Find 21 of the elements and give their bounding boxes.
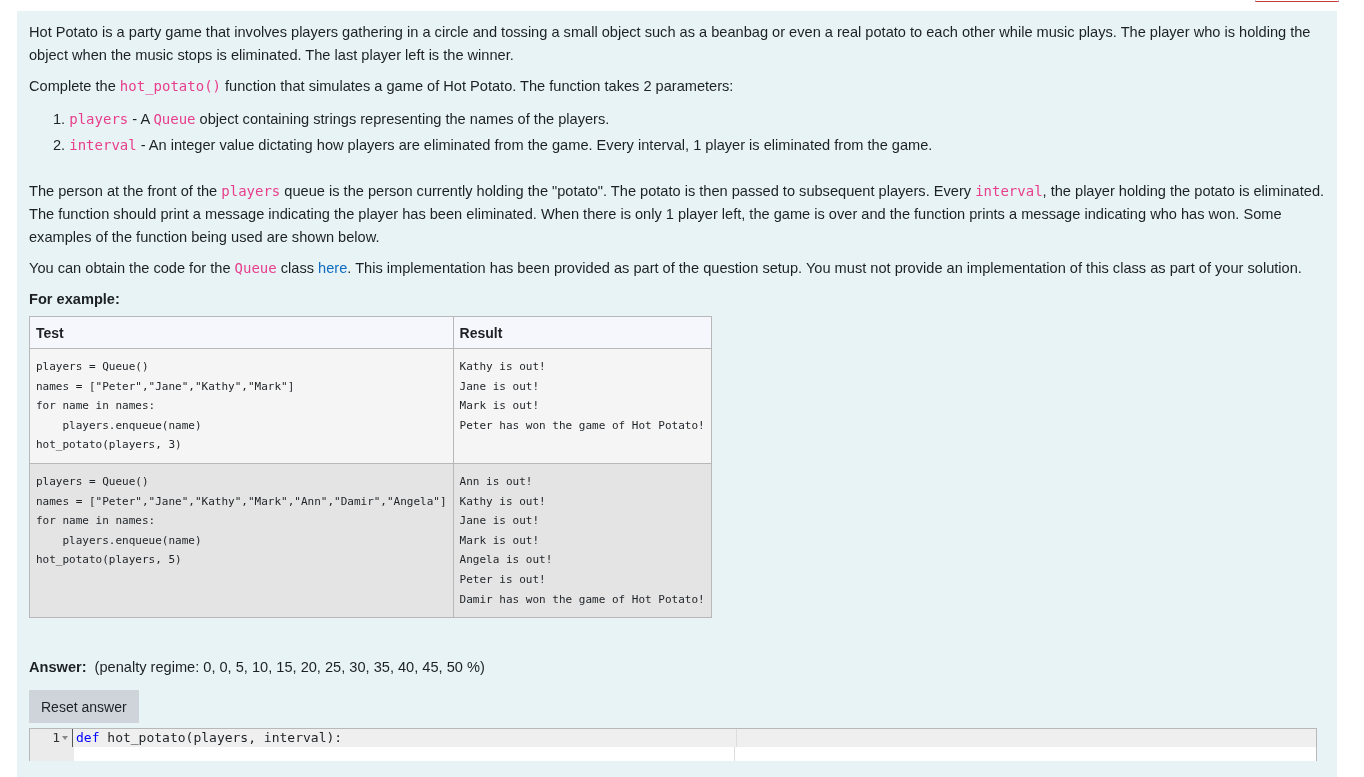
test-cell: players = Queue() names = ["Peter","Jane","Kathy","Mark","Ann","Damir","Angela"] for name in names: players.enqueue(name) hot_potato(players, 5) bbox=[29, 463, 454, 618]
parameter-item: 1. players - A Queue object containing strings representing the names of the players. bbox=[53, 110, 611, 129]
example-heading: For example: bbox=[29, 290, 121, 309]
reset-answer-button[interactable]: Reset answer bbox=[29, 690, 139, 724]
code-editor[interactable]: 1 def hot_potato(players, interval): bbox=[29, 728, 1317, 762]
line-number: 1 bbox=[52, 729, 60, 748]
column-header: Result bbox=[453, 316, 712, 349]
task-paragraph: Complete the hot_potato() function that simulates a game of Hot Potato. The function takes 2 parameters: bbox=[29, 77, 735, 97]
queue-note-paragraph: You can obtain the code for the Queue class here. This implementation has been provided as part of the question setup. You must not provide an implementation of this class as part of your solution. bbox=[29, 259, 1303, 278]
parameter-item: 2. interval - An integer value dictating how players are eliminated from the game. Every interval, 1 player is eliminated from the game. bbox=[53, 136, 934, 155]
penalty-text: (penalty regime: 0, 0, 5, 10, 15, 20, 25, 30, 35, 40, 45, 50 %) bbox=[94, 658, 485, 678]
result-cell: Kathy is out! Jane is out! Mark is out! Peter has won the game of Hot Potato! bbox=[453, 348, 712, 464]
fold-arrow-icon[interactable] bbox=[62, 736, 68, 741]
intro-paragraph: Hot Potato is a party game that involves players gathering in a circle and tossing a small object such as a beanbag or even a real potato to each other while music plays. The player who is holding the object when the music stops is eliminated. The last player left is the winner. bbox=[29, 23, 1312, 65]
answer-label: Answer: bbox=[29, 658, 87, 678]
code-line: def hot_potato(players, interval): bbox=[72, 729, 737, 748]
line-number-gutter bbox=[30, 747, 74, 762]
test-cell: players = Queue() names = ["Peter","Jane","Kathy","Mark"] for name in names: players.enqueue(name) hot_potato(players, 3) bbox=[29, 348, 454, 464]
column-header: Test bbox=[29, 316, 454, 349]
result-cell: Ann is out! Kathy is out! Jane is out! Mark is out! Angela is out! Peter is out! Damir has won the game of Hot Potato! bbox=[453, 463, 712, 618]
rules-paragraph: The person at the front of the players queue is the person currently holding the "potato". The potato is then passed to subsequent players. Every interval, the player holding the potato is eliminated. The function should print a message indicating the player has been eliminated. When there is only 1 player left, the game is over and the function prints a message indicating who has won. Some examples of the function being used are shown below. bbox=[29, 182, 1325, 247]
